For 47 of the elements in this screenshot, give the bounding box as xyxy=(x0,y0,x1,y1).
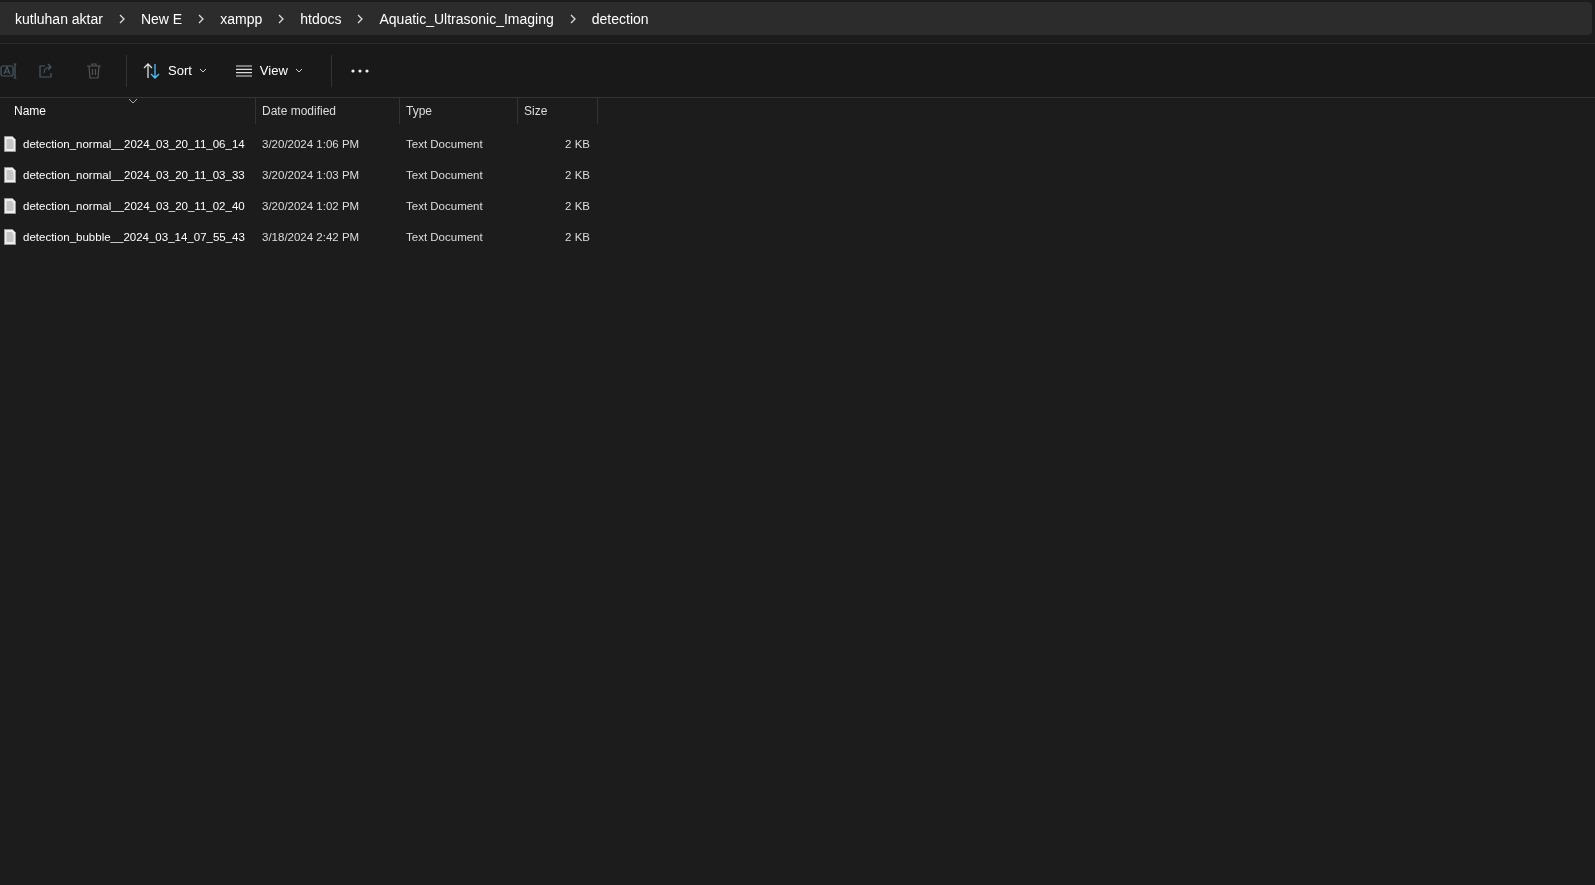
chevron-right-icon xyxy=(118,13,125,24)
column-header[interactable]: Name xyxy=(0,98,256,124)
file-name[interactable]: detection_normal__2024_03_20_11_02_40 xyxy=(23,199,245,212)
file-type-cell: Text Document xyxy=(406,199,483,212)
text-file-icon xyxy=(4,228,16,245)
address-bar[interactable]: kutluhan aktar New E xampp htdocs Aquatic_Ultrasonic_Imaging detection xyxy=(0,2,1592,35)
date-modified-cell: 3/18/2024 2:42 PM xyxy=(262,230,360,243)
text-file-icon xyxy=(4,135,16,152)
file-name[interactable]: detection_bubble__2024_03_14_07_55_43 xyxy=(23,230,245,243)
file-name[interactable]: detection_normal__2024_03_20_11_06_14 xyxy=(23,137,245,150)
chevron-right-icon xyxy=(278,13,285,24)
file-type-cell: Text Document xyxy=(406,230,483,243)
date-modified-cell: 3/20/2024 1:02 PM xyxy=(262,199,360,212)
text-file-icon xyxy=(4,166,16,183)
file-name[interactable]: detection_normal__2024_03_20_11_03_33 xyxy=(23,168,245,181)
breadcrumb-item[interactable]: detection xyxy=(591,10,649,27)
date-modified-cell: 3/20/2024 1:03 PM xyxy=(262,168,360,181)
chevron-right-icon xyxy=(357,13,364,24)
breadcrumb-item[interactable]: New E xyxy=(140,10,183,27)
sort-caret-icon xyxy=(127,98,138,104)
file-size-cell: 2 KB xyxy=(565,230,590,243)
file-size-cell: 2 KB xyxy=(565,137,590,150)
file-size-cell: 2 KB xyxy=(565,199,590,212)
file-type-cell: Text Document xyxy=(406,168,483,181)
column-header[interactable]: Date modified xyxy=(256,98,400,124)
breadcrumb-item[interactable]: htdocs xyxy=(300,10,342,27)
column-header[interactable]: Size xyxy=(518,98,598,124)
column-header[interactable]: Type xyxy=(400,98,518,124)
breadcrumb-item[interactable]: Aquatic_Ultrasonic_Imaging xyxy=(379,10,554,27)
text-file-icon xyxy=(4,197,16,214)
file-type-cell: Text Document xyxy=(406,137,483,150)
chevron-right-icon xyxy=(198,13,205,24)
trash-icon xyxy=(85,61,103,80)
view-button[interactable]: View xyxy=(226,57,311,84)
more-icon xyxy=(350,68,369,73)
chevron-down-icon xyxy=(294,68,303,73)
rename-icon xyxy=(0,61,18,80)
breadcrumb-item[interactable]: xampp xyxy=(220,10,263,27)
date-modified-cell: 3/20/2024 1:06 PM xyxy=(262,137,360,150)
chevron-down-icon xyxy=(198,68,207,73)
share-icon xyxy=(37,61,55,80)
file-size-cell: 2 KB xyxy=(565,168,590,181)
chevron-right-icon xyxy=(569,13,576,24)
breadcrumb-item[interactable]: kutluhan aktar xyxy=(15,10,103,27)
sort-arrows-icon xyxy=(143,62,161,79)
sort-button[interactable]: Sort xyxy=(135,56,215,85)
list-lines-icon xyxy=(234,64,253,77)
